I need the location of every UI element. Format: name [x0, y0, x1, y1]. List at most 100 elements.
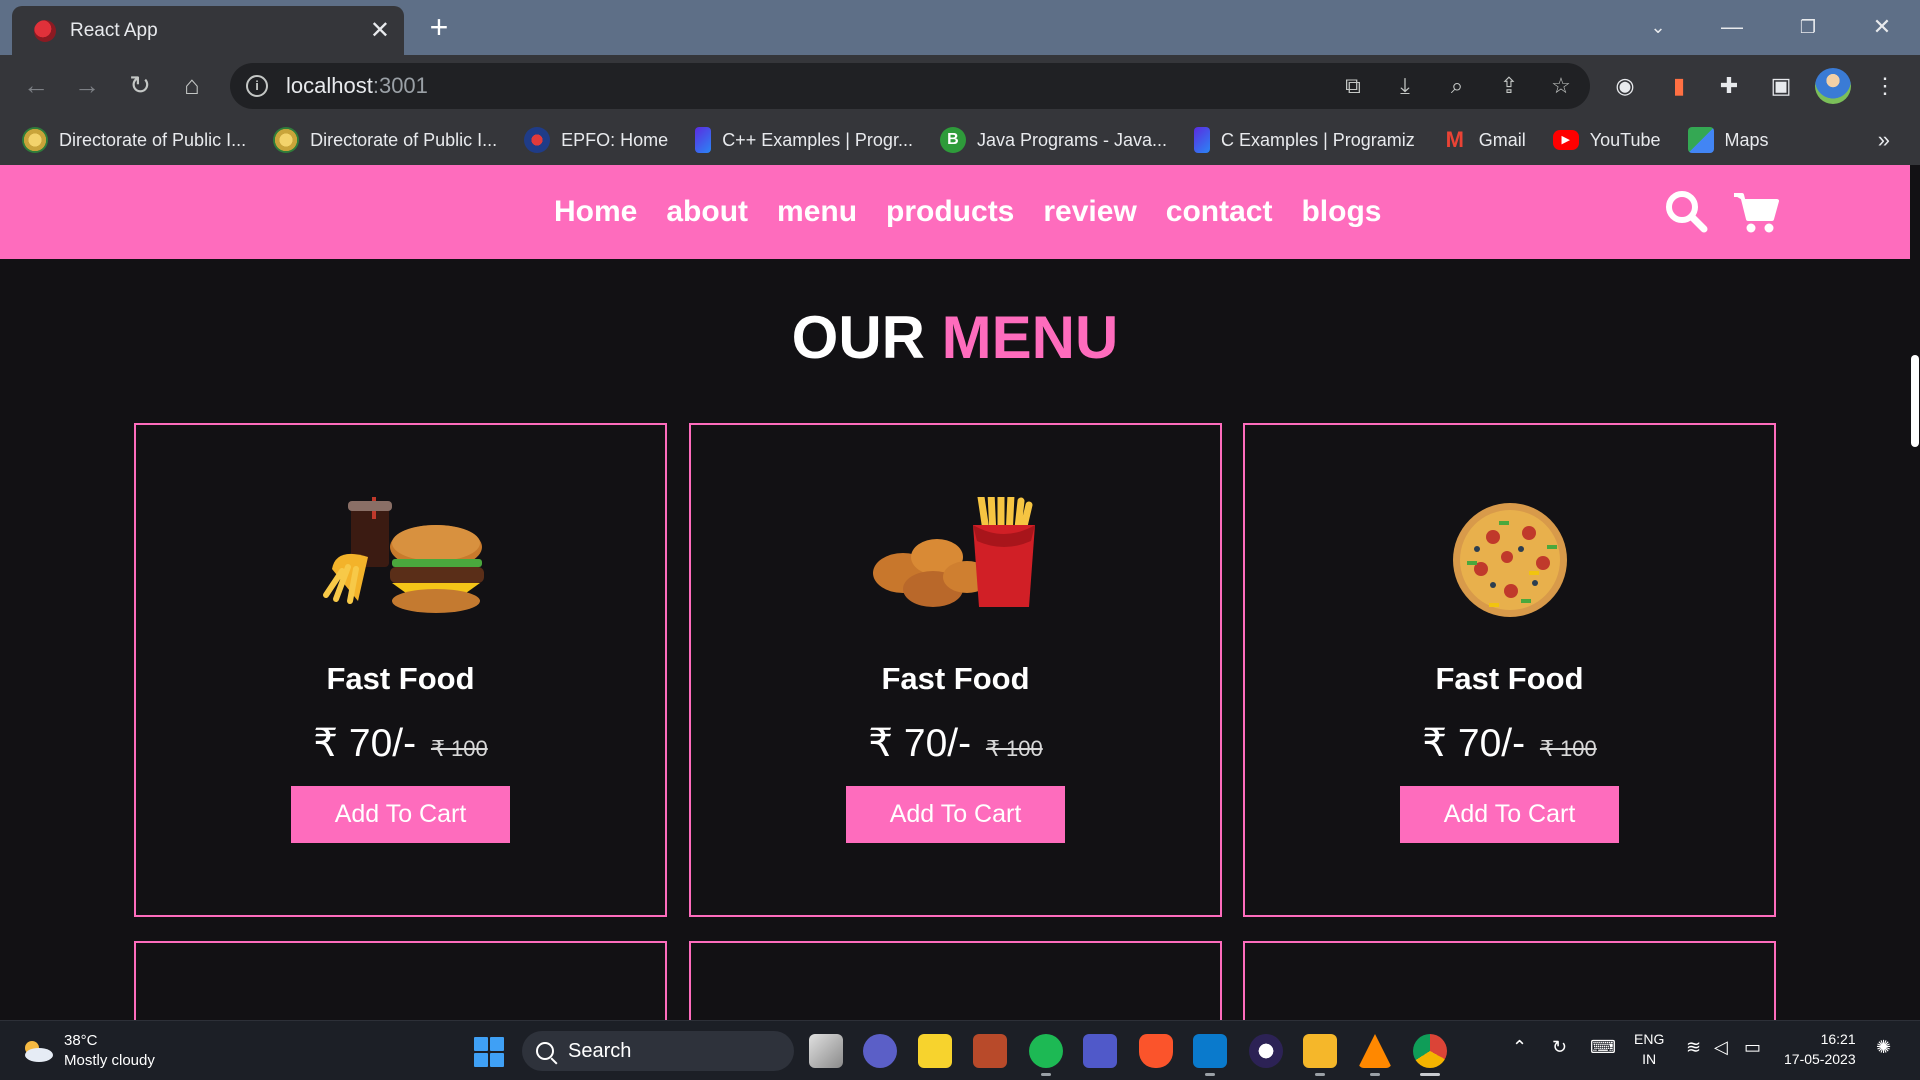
- sync-icon[interactable]: ↻: [1552, 1037, 1567, 1058]
- card-title: Fast Food: [326, 661, 475, 696]
- search-icon[interactable]: [1662, 187, 1712, 237]
- new-tab-button[interactable]: +: [424, 10, 454, 44]
- weather-condition: Mostly cloudy: [64, 1052, 155, 1069]
- windows-logo-tile: [490, 1053, 504, 1067]
- open-in-new-icon[interactable]: ⧉: [1338, 71, 1368, 101]
- current-price: ₹ 70/-: [868, 722, 972, 765]
- notifications-icon[interactable]: ✺: [1876, 1037, 1891, 1058]
- page-scrollbar[interactable]: [1910, 165, 1920, 1020]
- wifi-icon[interactable]: ≋: [1686, 1037, 1701, 1058]
- cart-icon[interactable]: [1731, 187, 1781, 237]
- file-explorer-icon[interactable]: [1303, 1034, 1337, 1068]
- sticky-notes-icon[interactable]: [918, 1034, 952, 1068]
- nav-blogs[interactable]: blogs: [1301, 195, 1381, 229]
- browser-menu-icon[interactable]: ⋮: [1870, 71, 1900, 101]
- browser-tab[interactable]: React App ✕: [12, 6, 404, 55]
- bookmark-item[interactable]: Directorate of Public I...: [273, 127, 497, 153]
- back-arrow-icon[interactable]: ←: [18, 67, 54, 103]
- bookmark-item[interactable]: ▶ YouTube: [1552, 129, 1661, 151]
- old-price: ₹ 100: [430, 736, 488, 761]
- nav-home[interactable]: Home: [554, 195, 637, 229]
- site-info-icon[interactable]: i: [246, 75, 268, 97]
- vscode-icon[interactable]: [1193, 1034, 1227, 1068]
- forward-arrow-icon[interactable]: →: [69, 67, 105, 103]
- emblem-icon: [273, 127, 300, 153]
- card-price: ₹ 70/- ₹ 100: [691, 721, 1220, 766]
- brave-browser-icon[interactable]: [1139, 1034, 1173, 1068]
- chicken-fries-image: [873, 497, 1035, 607]
- tab-title: React App: [70, 19, 158, 41]
- teams-icon[interactable]: [1083, 1034, 1117, 1068]
- install-app-icon[interactable]: ⤓: [1390, 71, 1420, 101]
- reload-icon[interactable]: ↻: [122, 67, 158, 103]
- side-panel-icon[interactable]: ▣: [1766, 71, 1796, 101]
- nav-review[interactable]: review: [1043, 195, 1136, 229]
- spotify-icon[interactable]: [1029, 1034, 1063, 1068]
- home-icon[interactable]: ⌂: [174, 67, 210, 103]
- active-app-indicator: [1420, 1073, 1440, 1076]
- language-code: ENG: [1634, 1031, 1665, 1047]
- nav-about[interactable]: about: [666, 195, 748, 229]
- old-price: ₹ 100: [985, 736, 1043, 761]
- extension-panda-icon[interactable]: ◉: [1610, 71, 1640, 101]
- windows-logo-tile: [474, 1053, 488, 1067]
- bookmark-item[interactable]: M Gmail: [1442, 127, 1526, 153]
- beginnersbook-icon: B: [939, 127, 966, 153]
- section-title-prefix: OUR: [791, 304, 925, 371]
- nav-contact[interactable]: contact: [1166, 195, 1273, 229]
- menu-card: Fast Food ₹ 70/- ₹ 100 Add To Cart: [1243, 423, 1776, 917]
- bookmark-item[interactable]: Directorate of Public I...: [22, 127, 246, 153]
- share-icon[interactable]: ⇪: [1494, 71, 1524, 101]
- teams-chat-icon[interactable]: [863, 1034, 897, 1068]
- bookmark-label: Maps: [1724, 129, 1769, 150]
- bookmark-item[interactable]: C++ Examples | Progr...: [695, 127, 913, 153]
- language-indicator[interactable]: ENG IN: [1634, 1029, 1664, 1069]
- bookmark-item[interactable]: B Java Programs - Java...: [939, 127, 1167, 153]
- minimize-button[interactable]: —: [1710, 10, 1754, 44]
- current-price: ₹ 70/-: [1422, 722, 1526, 765]
- restore-button[interactable]: ❐: [1786, 10, 1830, 44]
- more-bookmarks-icon[interactable]: »: [1878, 127, 1890, 153]
- cloudy-weather-icon: [25, 1041, 53, 1062]
- nav-products[interactable]: products: [886, 195, 1014, 229]
- profile-avatar[interactable]: [1815, 68, 1851, 104]
- clock-time: 16:21: [1820, 1031, 1856, 1047]
- bookmark-label: Directorate of Public I...: [310, 129, 498, 150]
- bookmark-label: YouTube: [1589, 129, 1661, 150]
- keyboard-icon[interactable]: ⌨: [1590, 1037, 1616, 1058]
- start-button[interactable]: [474, 1037, 504, 1067]
- paint-app-icon[interactable]: [973, 1034, 1007, 1068]
- extension-pdf-icon[interactable]: ▮: [1664, 71, 1694, 101]
- nav-menu[interactable]: menu: [777, 195, 857, 229]
- bookmark-item[interactable]: Maps: [1687, 127, 1769, 153]
- running-indicator: [1315, 1073, 1325, 1076]
- close-window-button[interactable]: ✕: [1860, 10, 1904, 44]
- clock[interactable]: 16:21 17-05-2023: [1784, 1029, 1856, 1069]
- bookmark-item[interactable]: EPFO: Home: [524, 127, 668, 153]
- web-page: Home about menu products review contact …: [0, 165, 1910, 1020]
- weather-widget[interactable]: 38°C Mostly cloudy: [20, 1031, 155, 1071]
- volume-icon[interactable]: ◁: [1714, 1037, 1728, 1058]
- add-to-cart-button[interactable]: Add To Cart: [1400, 786, 1619, 843]
- add-to-cart-button[interactable]: Add To Cart: [291, 786, 510, 843]
- address-bar[interactable]: i localhost :3001 ⧉ ⤓ ⌕ ⇪ ☆: [230, 63, 1590, 109]
- scrollbar-thumb[interactable]: [1911, 355, 1919, 447]
- browser-tab-bar: React App ✕ + ⌄ — ❐ ✕: [0, 0, 1920, 55]
- battery-icon[interactable]: ▭: [1744, 1037, 1761, 1058]
- show-hidden-icons-chevron-icon[interactable]: ⌃: [1512, 1037, 1527, 1058]
- chrome-icon[interactable]: [1413, 1034, 1447, 1068]
- bookmark-star-icon[interactable]: ☆: [1546, 71, 1576, 101]
- zoom-icon[interactable]: ⌕: [1442, 71, 1472, 101]
- card-title: Fast Food: [881, 661, 1030, 696]
- card-title: Fast Food: [1435, 661, 1584, 696]
- vlc-icon[interactable]: [1358, 1034, 1392, 1068]
- add-to-cart-button[interactable]: Add To Cart: [846, 786, 1065, 843]
- taskbar-search[interactable]: Search: [522, 1031, 794, 1071]
- task-view-icon[interactable]: [809, 1034, 843, 1068]
- extensions-puzzle-icon[interactable]: ✚: [1714, 71, 1744, 101]
- tab-search-chevron-icon[interactable]: ⌄: [1636, 10, 1680, 44]
- tab-close-icon[interactable]: ✕: [370, 18, 390, 43]
- bookmark-item[interactable]: C Examples | Programiz: [1194, 127, 1415, 153]
- eclipse-icon[interactable]: [1249, 1034, 1283, 1068]
- temperature: 38°C: [64, 1032, 98, 1049]
